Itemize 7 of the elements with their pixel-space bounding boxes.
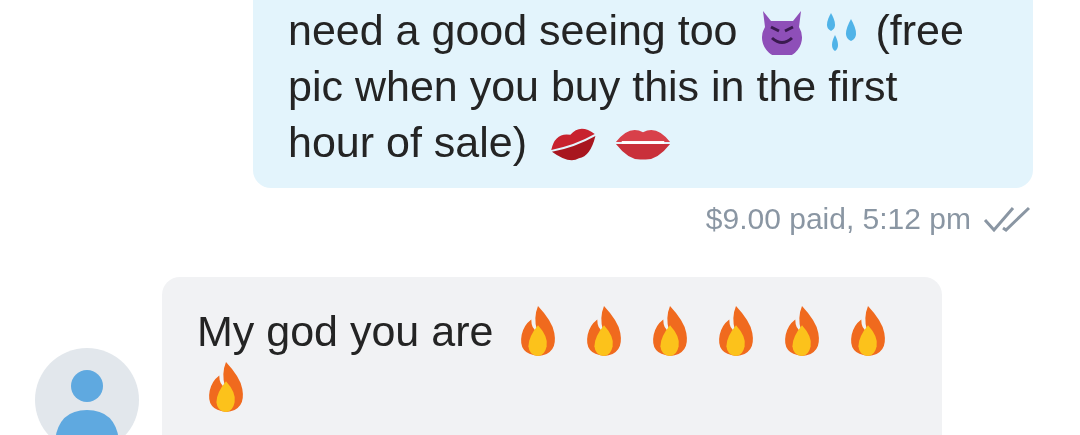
avatar-icon	[35, 348, 139, 435]
message-text: pic when you buy this in the first	[288, 61, 898, 112]
message-text: (free	[875, 5, 964, 56]
message-text: need a good seeing too	[288, 5, 738, 56]
message-text: My god you are	[197, 306, 494, 357]
message-status: $9.00 paid, 5:12 pm	[705, 201, 971, 237]
message-text: hour of sale)	[288, 117, 528, 168]
